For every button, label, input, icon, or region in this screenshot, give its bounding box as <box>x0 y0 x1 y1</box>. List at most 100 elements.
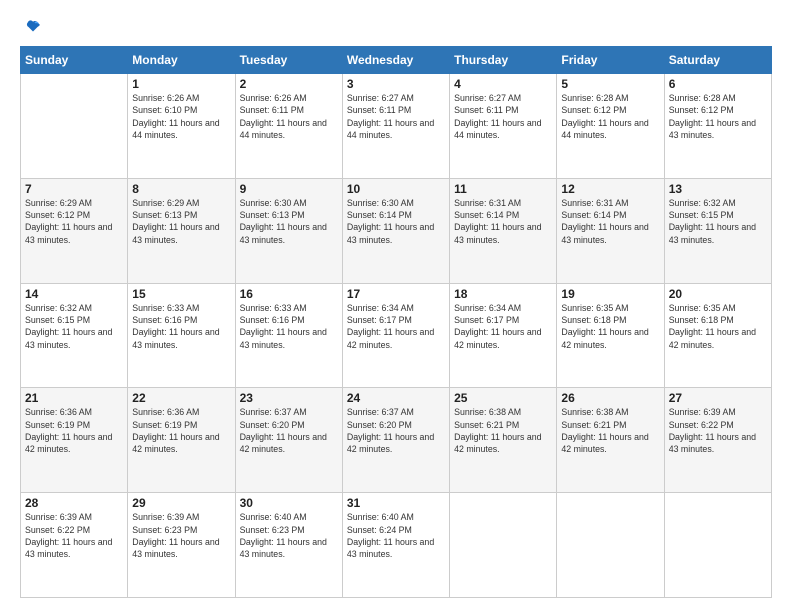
calendar-cell: 13Sunrise: 6:32 AM Sunset: 6:15 PM Dayli… <box>664 178 771 283</box>
day-number: 14 <box>25 287 123 301</box>
calendar-cell <box>21 74 128 179</box>
calendar-cell: 26Sunrise: 6:38 AM Sunset: 6:21 PM Dayli… <box>557 388 664 493</box>
calendar-cell: 1Sunrise: 6:26 AM Sunset: 6:10 PM Daylig… <box>128 74 235 179</box>
day-number: 19 <box>561 287 659 301</box>
calendar-cell: 23Sunrise: 6:37 AM Sunset: 6:20 PM Dayli… <box>235 388 342 493</box>
day-info: Sunrise: 6:26 AM Sunset: 6:11 PM Dayligh… <box>240 92 338 141</box>
calendar-cell <box>557 493 664 598</box>
day-number: 15 <box>132 287 230 301</box>
calendar-day-header: Tuesday <box>235 47 342 74</box>
day-info: Sunrise: 6:32 AM Sunset: 6:15 PM Dayligh… <box>669 197 767 246</box>
calendar-day-header: Saturday <box>664 47 771 74</box>
calendar-day-header: Monday <box>128 47 235 74</box>
day-number: 8 <box>132 182 230 196</box>
day-number: 3 <box>347 77 445 91</box>
day-info: Sunrise: 6:33 AM Sunset: 6:16 PM Dayligh… <box>132 302 230 351</box>
day-info: Sunrise: 6:36 AM Sunset: 6:19 PM Dayligh… <box>132 406 230 455</box>
day-number: 6 <box>669 77 767 91</box>
day-info: Sunrise: 6:31 AM Sunset: 6:14 PM Dayligh… <box>561 197 659 246</box>
calendar-cell: 4Sunrise: 6:27 AM Sunset: 6:11 PM Daylig… <box>450 74 557 179</box>
day-number: 18 <box>454 287 552 301</box>
day-number: 20 <box>669 287 767 301</box>
calendar-cell: 5Sunrise: 6:28 AM Sunset: 6:12 PM Daylig… <box>557 74 664 179</box>
day-number: 12 <box>561 182 659 196</box>
day-info: Sunrise: 6:37 AM Sunset: 6:20 PM Dayligh… <box>240 406 338 455</box>
day-number: 29 <box>132 496 230 510</box>
day-number: 16 <box>240 287 338 301</box>
day-number: 25 <box>454 391 552 405</box>
day-number: 21 <box>25 391 123 405</box>
day-number: 31 <box>347 496 445 510</box>
calendar-cell: 24Sunrise: 6:37 AM Sunset: 6:20 PM Dayli… <box>342 388 449 493</box>
day-number: 28 <box>25 496 123 510</box>
calendar-cell: 20Sunrise: 6:35 AM Sunset: 6:18 PM Dayli… <box>664 283 771 388</box>
calendar-cell: 30Sunrise: 6:40 AM Sunset: 6:23 PM Dayli… <box>235 493 342 598</box>
day-number: 5 <box>561 77 659 91</box>
day-info: Sunrise: 6:27 AM Sunset: 6:11 PM Dayligh… <box>347 92 445 141</box>
calendar-week-row: 28Sunrise: 6:39 AM Sunset: 6:22 PM Dayli… <box>21 493 772 598</box>
day-number: 17 <box>347 287 445 301</box>
day-info: Sunrise: 6:39 AM Sunset: 6:22 PM Dayligh… <box>669 406 767 455</box>
calendar-cell: 25Sunrise: 6:38 AM Sunset: 6:21 PM Dayli… <box>450 388 557 493</box>
calendar-week-row: 21Sunrise: 6:36 AM Sunset: 6:19 PM Dayli… <box>21 388 772 493</box>
day-info: Sunrise: 6:29 AM Sunset: 6:12 PM Dayligh… <box>25 197 123 246</box>
day-number: 27 <box>669 391 767 405</box>
calendar-cell: 28Sunrise: 6:39 AM Sunset: 6:22 PM Dayli… <box>21 493 128 598</box>
calendar-cell: 27Sunrise: 6:39 AM Sunset: 6:22 PM Dayli… <box>664 388 771 493</box>
day-info: Sunrise: 6:28 AM Sunset: 6:12 PM Dayligh… <box>669 92 767 141</box>
calendar-cell: 18Sunrise: 6:34 AM Sunset: 6:17 PM Dayli… <box>450 283 557 388</box>
day-number: 2 <box>240 77 338 91</box>
day-info: Sunrise: 6:33 AM Sunset: 6:16 PM Dayligh… <box>240 302 338 351</box>
calendar-header-row: SundayMondayTuesdayWednesdayThursdayFrid… <box>21 47 772 74</box>
day-number: 13 <box>669 182 767 196</box>
calendar-day-header: Sunday <box>21 47 128 74</box>
calendar-cell: 7Sunrise: 6:29 AM Sunset: 6:12 PM Daylig… <box>21 178 128 283</box>
calendar-cell: 16Sunrise: 6:33 AM Sunset: 6:16 PM Dayli… <box>235 283 342 388</box>
day-info: Sunrise: 6:30 AM Sunset: 6:14 PM Dayligh… <box>347 197 445 246</box>
day-number: 23 <box>240 391 338 405</box>
day-info: Sunrise: 6:36 AM Sunset: 6:19 PM Dayligh… <box>25 406 123 455</box>
calendar-day-header: Friday <box>557 47 664 74</box>
day-info: Sunrise: 6:39 AM Sunset: 6:22 PM Dayligh… <box>25 511 123 560</box>
day-info: Sunrise: 6:26 AM Sunset: 6:10 PM Dayligh… <box>132 92 230 141</box>
calendar-cell: 12Sunrise: 6:31 AM Sunset: 6:14 PM Dayli… <box>557 178 664 283</box>
day-number: 1 <box>132 77 230 91</box>
logo <box>20 18 44 36</box>
calendar-week-row: 1Sunrise: 6:26 AM Sunset: 6:10 PM Daylig… <box>21 74 772 179</box>
day-number: 4 <box>454 77 552 91</box>
calendar-cell: 15Sunrise: 6:33 AM Sunset: 6:16 PM Dayli… <box>128 283 235 388</box>
day-info: Sunrise: 6:34 AM Sunset: 6:17 PM Dayligh… <box>347 302 445 351</box>
day-info: Sunrise: 6:28 AM Sunset: 6:12 PM Dayligh… <box>561 92 659 141</box>
calendar-day-header: Wednesday <box>342 47 449 74</box>
day-info: Sunrise: 6:27 AM Sunset: 6:11 PM Dayligh… <box>454 92 552 141</box>
day-info: Sunrise: 6:40 AM Sunset: 6:24 PM Dayligh… <box>347 511 445 560</box>
day-info: Sunrise: 6:38 AM Sunset: 6:21 PM Dayligh… <box>561 406 659 455</box>
logo-bird-icon <box>24 18 42 36</box>
day-number: 22 <box>132 391 230 405</box>
calendar-cell: 17Sunrise: 6:34 AM Sunset: 6:17 PM Dayli… <box>342 283 449 388</box>
day-info: Sunrise: 6:34 AM Sunset: 6:17 PM Dayligh… <box>454 302 552 351</box>
day-info: Sunrise: 6:40 AM Sunset: 6:23 PM Dayligh… <box>240 511 338 560</box>
calendar-cell: 10Sunrise: 6:30 AM Sunset: 6:14 PM Dayli… <box>342 178 449 283</box>
logo-text <box>20 18 44 36</box>
calendar-cell: 9Sunrise: 6:30 AM Sunset: 6:13 PM Daylig… <box>235 178 342 283</box>
calendar-cell: 19Sunrise: 6:35 AM Sunset: 6:18 PM Dayli… <box>557 283 664 388</box>
day-info: Sunrise: 6:38 AM Sunset: 6:21 PM Dayligh… <box>454 406 552 455</box>
calendar-cell <box>450 493 557 598</box>
calendar-cell: 31Sunrise: 6:40 AM Sunset: 6:24 PM Dayli… <box>342 493 449 598</box>
calendar-cell: 29Sunrise: 6:39 AM Sunset: 6:23 PM Dayli… <box>128 493 235 598</box>
day-number: 9 <box>240 182 338 196</box>
day-info: Sunrise: 6:32 AM Sunset: 6:15 PM Dayligh… <box>25 302 123 351</box>
day-info: Sunrise: 6:35 AM Sunset: 6:18 PM Dayligh… <box>561 302 659 351</box>
calendar-cell: 2Sunrise: 6:26 AM Sunset: 6:11 PM Daylig… <box>235 74 342 179</box>
day-info: Sunrise: 6:35 AM Sunset: 6:18 PM Dayligh… <box>669 302 767 351</box>
day-number: 26 <box>561 391 659 405</box>
day-info: Sunrise: 6:30 AM Sunset: 6:13 PM Dayligh… <box>240 197 338 246</box>
day-info: Sunrise: 6:29 AM Sunset: 6:13 PM Dayligh… <box>132 197 230 246</box>
calendar-day-header: Thursday <box>450 47 557 74</box>
calendar-week-row: 7Sunrise: 6:29 AM Sunset: 6:12 PM Daylig… <box>21 178 772 283</box>
calendar-cell: 14Sunrise: 6:32 AM Sunset: 6:15 PM Dayli… <box>21 283 128 388</box>
calendar-cell: 6Sunrise: 6:28 AM Sunset: 6:12 PM Daylig… <box>664 74 771 179</box>
day-number: 11 <box>454 182 552 196</box>
day-number: 10 <box>347 182 445 196</box>
